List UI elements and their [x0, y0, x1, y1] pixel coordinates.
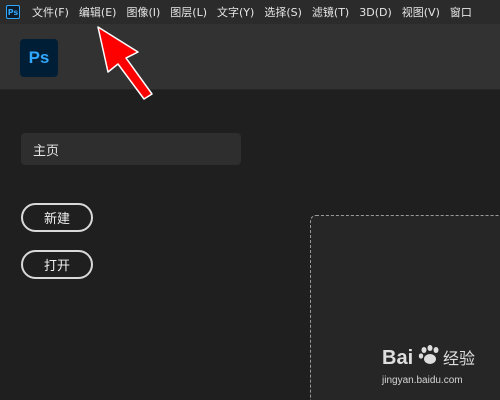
photoshop-window: Ps 文件(F) 编辑(E) 图像(I) 图层(L) 文字(Y) 选择(S) 滤…	[0, 0, 500, 400]
new-button-label: 新建	[43, 212, 70, 227]
photoshop-app-icon: Ps	[6, 5, 20, 19]
photoshop-logo[interactable]: Ps	[20, 39, 58, 77]
home-tab-label: 主页	[33, 143, 60, 159]
menu-type[interactable]: 文字(Y)	[217, 4, 254, 20]
menu-window[interactable]: 窗口	[450, 4, 472, 20]
menu-file[interactable]: 文件(F)	[32, 4, 69, 20]
open-button[interactable]: 打开	[21, 250, 93, 279]
home-tab[interactable]: 主页	[21, 133, 241, 165]
new-button[interactable]: 新建	[21, 203, 93, 232]
menu-image[interactable]: 图像(I)	[126, 4, 160, 20]
menu-layer[interactable]: 图层(L)	[170, 4, 207, 20]
menu-select[interactable]: 选择(S)	[264, 4, 302, 20]
menu-filter[interactable]: 滤镜(T)	[312, 4, 349, 20]
open-button-label: 打开	[43, 259, 70, 274]
menu-view[interactable]: 视图(V)	[402, 4, 440, 20]
drop-zone[interactable]	[310, 215, 500, 400]
menu-3d[interactable]: 3D(D)	[359, 6, 392, 19]
menu-bar: Ps 文件(F) 编辑(E) 图像(I) 图层(L) 文字(Y) 选择(S) 滤…	[0, 0, 500, 24]
menu-edit[interactable]: 编辑(E)	[79, 4, 117, 20]
options-bar: Ps	[0, 24, 500, 90]
